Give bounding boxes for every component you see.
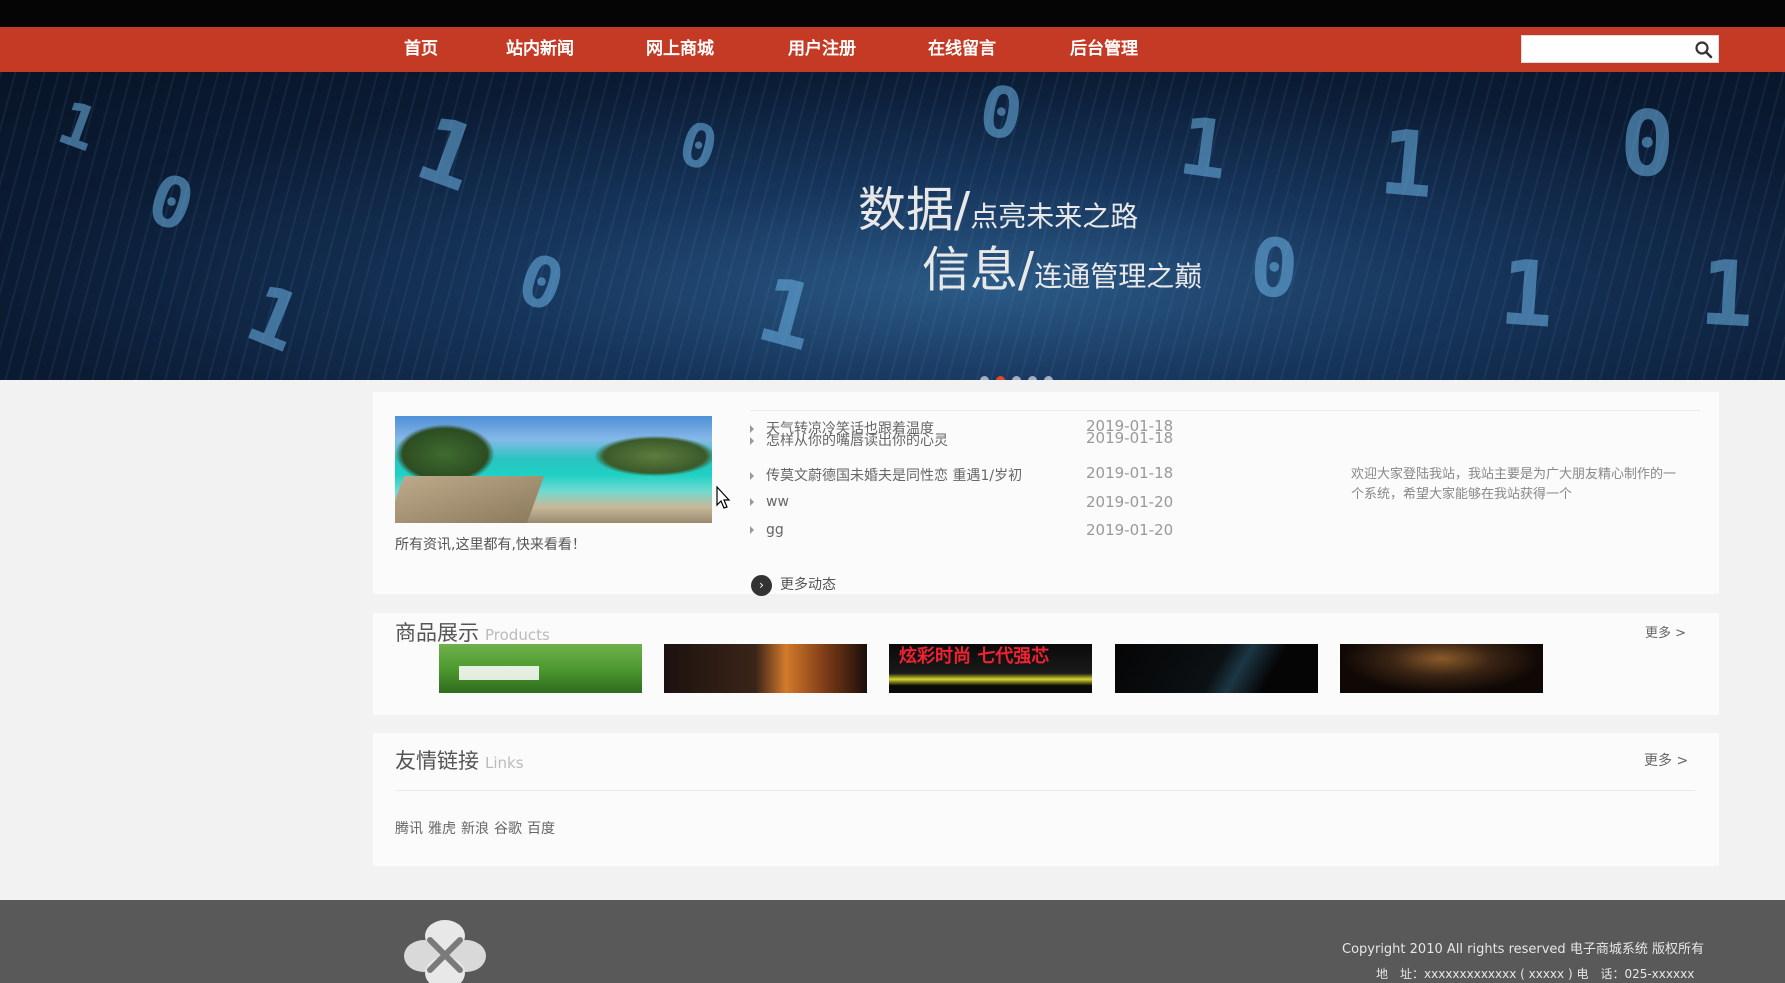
welcome-text: 欢迎大家登陆我站，我站主要是为广大朋友精心制作的一个系统，希望大家能够在我站获得… (1351, 467, 1677, 502)
news-image[interactable] (395, 416, 712, 523)
links-more-link[interactable]: 更多 > (1644, 750, 1688, 770)
news-caption: 所有资讯,这里都有,快来看看！ (395, 537, 586, 553)
link-baidu[interactable]: 百度 (527, 821, 555, 837)
news-item[interactable]: 传莫文蔚德国未婚夫是同性恋 重遇1/岁初 (750, 465, 1022, 485)
news-item[interactable]: 怎样从你的嘴唇读出你的心灵 (750, 430, 948, 450)
product-thumb[interactable] (1340, 644, 1543, 693)
news-item[interactable]: gg (750, 522, 784, 538)
more-news-link[interactable]: › 更多动态 (751, 574, 836, 596)
link-sina[interactable]: 新浪 (461, 821, 489, 837)
product-thumb[interactable] (439, 644, 642, 693)
banner-slogan-2: 信息/连通管理之巅 (922, 242, 1203, 298)
nav-home[interactable]: 首页 (404, 27, 438, 72)
mouse-cursor-icon (716, 486, 731, 509)
search-icon[interactable] (1694, 40, 1714, 60)
link-google[interactable]: 谷歌 (494, 821, 522, 837)
nav-register[interactable]: 用户注册 (788, 27, 856, 72)
news-date: 2019-01-20 (1086, 521, 1174, 539)
hero-banner: 1 0 1 1 0 0 1 0 1 0 1 1 0 1 数据/点亮未来之路 信息… (0, 72, 1785, 380)
news-item[interactable]: ww (750, 494, 789, 510)
product-thumb[interactable] (1115, 644, 1318, 693)
site-logo-icon (404, 920, 486, 983)
divider (750, 410, 1700, 411)
news-date: 2019-01-20 (1086, 493, 1174, 511)
news-date: 2019-01-18 (1086, 429, 1174, 447)
carousel-dots[interactable] (980, 370, 1060, 380)
nav-news[interactable]: 站内新闻 (506, 27, 574, 72)
links-panel (373, 733, 1719, 866)
copyright-text: Copyright 2010 All rights reserved 电子商城系… (1342, 942, 1704, 957)
search-input[interactable] (1526, 39, 1686, 59)
links-title: 友情链接 Links (395, 749, 524, 773)
products-title: 商品展示 Products (395, 621, 550, 645)
link-yahoo[interactable]: 雅虎 (428, 821, 456, 837)
nav-shop[interactable]: 网上商城 (646, 27, 714, 72)
friend-links: 腾讯 雅虎 新浪 谷歌 百度 (395, 818, 560, 838)
top-black-strip (0, 0, 1785, 27)
product-thumb[interactable] (664, 644, 867, 693)
chevron-right-icon: › (751, 574, 772, 596)
nav-admin[interactable]: 后台管理 (1070, 27, 1138, 72)
address-text: 地 址：xxxxxxxxxxxxx ( xxxxx ) 电 话：025-xxxx… (1376, 967, 1695, 981)
news-date: 2019-01-18 (1086, 464, 1174, 482)
nav-guestbook[interactable]: 在线留言 (928, 27, 996, 72)
divider (395, 790, 1695, 791)
search-box (1521, 35, 1719, 63)
link-tencent[interactable]: 腾讯 (395, 821, 423, 837)
main-nav: 首页 站内新闻 网上商城 用户注册 在线留言 后台管理 (0, 27, 1785, 72)
products-more-link[interactable]: 更多 > (1645, 622, 1686, 641)
product-thumb[interactable]: 炫彩时尚 七代强芯 (889, 644, 1092, 693)
